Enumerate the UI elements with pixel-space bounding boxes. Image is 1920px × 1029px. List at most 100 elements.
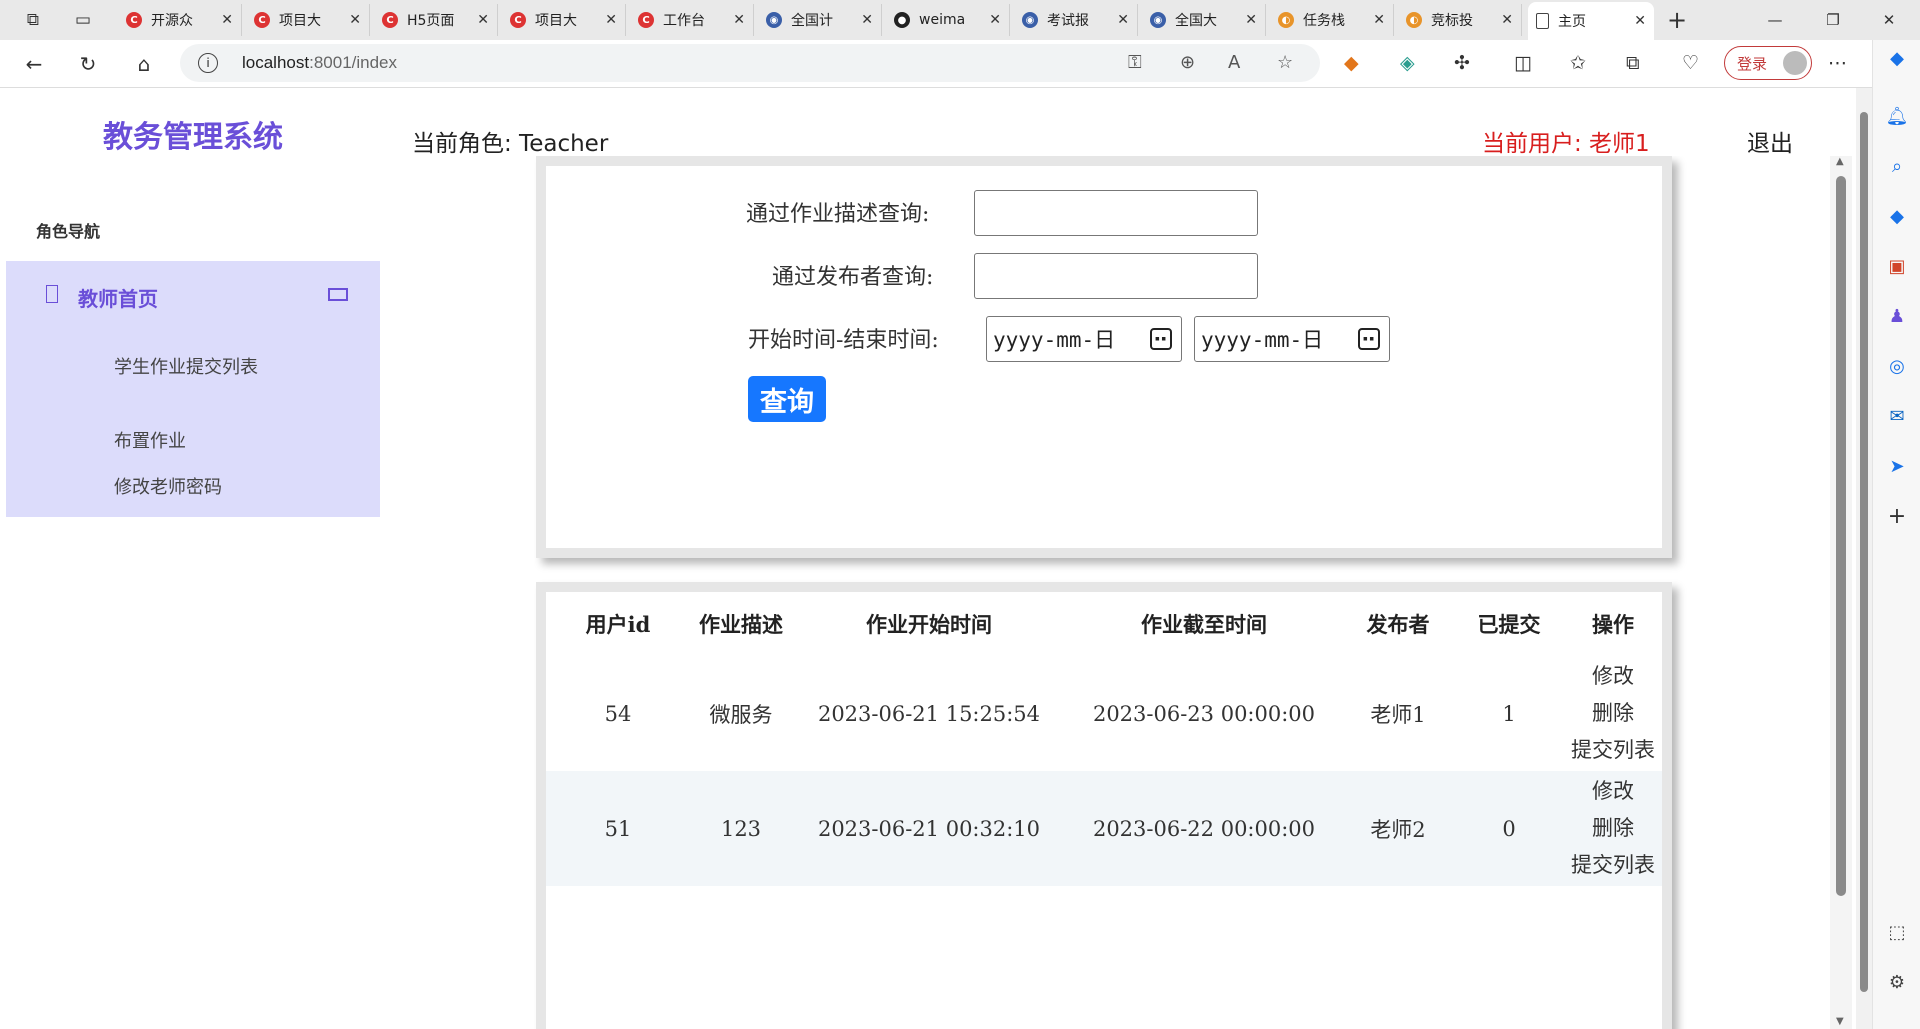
cell-description: 微服务 — [709, 702, 773, 727]
games-icon[interactable]: ♟ — [1885, 304, 1909, 328]
screenshot-icon[interactable]: ⬚ — [1885, 920, 1909, 944]
scroll-up-arrow-icon[interactable]: ▲ — [1836, 156, 1844, 167]
query-button[interactable]: 查询 — [748, 376, 826, 422]
more-menu-icon[interactable]: ⋯ — [1828, 52, 1847, 74]
browser-tab[interactable]: ◉ 全国大 ✕ — [1142, 4, 1266, 36]
tab-close-icon[interactable]: ✕ — [605, 12, 617, 28]
site-info-icon[interactable]: i — [198, 53, 218, 73]
settings-gear-icon[interactable]: ⚙ — [1885, 970, 1909, 994]
home-icon[interactable]: ⌂ — [128, 49, 160, 79]
edit-link[interactable]: 修改 — [1564, 658, 1662, 695]
extension-icon[interactable]: ◈ — [1400, 52, 1415, 74]
content-scrollbar[interactable]: ▲ ▼ — [1830, 156, 1852, 1029]
key-icon[interactable]: ⚿ — [1128, 52, 1142, 73]
login-button[interactable]: 登录 — [1724, 46, 1812, 80]
submission-list-link[interactable]: 提交列表 — [1564, 732, 1662, 769]
page-scrollbar[interactable] — [1856, 88, 1872, 1029]
notification-bell-icon[interactable]: 🔔︎ — [1885, 104, 1909, 128]
tab-close-icon[interactable]: ✕ — [989, 12, 1001, 28]
browser-tab[interactable]: ◉ 全国计 ✕ — [758, 4, 882, 36]
cell-start-time: 2023-06-21 00:32:10 — [792, 771, 1066, 886]
calendar-icon[interactable]: ▪▪ — [1150, 328, 1172, 350]
tab-close-icon[interactable]: ✕ — [1373, 12, 1385, 28]
outlook-icon[interactable]: ✉ — [1885, 404, 1909, 428]
browser-tab[interactable]: ● weima ✕ — [886, 4, 1010, 36]
start-date-input[interactable]: yyyy-mm-日 ▪▪ — [986, 316, 1182, 362]
cell-publisher: 老师1 — [1370, 702, 1426, 727]
refresh-icon[interactable]: ↻ — [72, 49, 104, 79]
back-icon[interactable]: ← — [18, 49, 50, 79]
sidebar-item-submissions[interactable]: 学生作业提交列表 — [114, 353, 264, 382]
favorites-icon[interactable]: ✩ — [1570, 52, 1586, 74]
tab-favicon-icon: ● — [894, 12, 910, 28]
tools-briefcase-icon[interactable]: ▣ — [1885, 254, 1909, 278]
sidebar-item-change-password[interactable]: 修改老师密码 — [114, 473, 314, 502]
browser-essentials-icon[interactable]: ♡ — [1682, 52, 1699, 74]
tab-close-icon[interactable]: ✕ — [1501, 12, 1513, 28]
workspaces-icon[interactable]: ⧉ — [18, 6, 48, 34]
url-text[interactable]: localhost:8001/index — [242, 53, 397, 73]
favorite-star-icon[interactable]: ☆ — [1277, 52, 1293, 73]
submission-list-link[interactable]: 提交列表 — [1564, 847, 1662, 884]
nav-group-title[interactable]: 教师首页 — [78, 283, 158, 312]
publisher-query-input[interactable] — [974, 253, 1258, 299]
phone-icon — [46, 285, 58, 303]
tab-label: weima — [919, 12, 966, 28]
extensions-puzzle-icon[interactable]: ✣ — [1454, 52, 1470, 74]
read-aloud-icon[interactable]: A — [1228, 52, 1240, 73]
delete-link[interactable]: 删除 — [1564, 810, 1662, 847]
end-date-input[interactable]: yyyy-mm-日 ▪▪ — [1194, 316, 1390, 362]
zoom-icon[interactable]: ⊕ — [1180, 52, 1195, 73]
browser-tab[interactable]: ◉ 考试报 ✕ — [1014, 4, 1138, 36]
browser-tab[interactable]: C 项目大 ✕ — [502, 4, 626, 36]
tab-close-icon[interactable]: ✕ — [349, 12, 361, 28]
tab-close-icon[interactable]: ✕ — [1634, 13, 1646, 29]
scroll-down-arrow-icon[interactable]: ▼ — [1836, 1016, 1844, 1027]
split-screen-icon[interactable]: ◫ — [1514, 52, 1532, 74]
tab-close-icon[interactable]: ✕ — [861, 12, 873, 28]
tab-close-icon[interactable]: ✕ — [1245, 12, 1257, 28]
tab-actions-icon[interactable]: ▭ — [68, 6, 98, 34]
metamask-extension-icon[interactable]: ◆ — [1344, 52, 1359, 74]
tab-close-icon[interactable]: ✕ — [1117, 12, 1129, 28]
collapse-toggle-icon[interactable] — [328, 288, 348, 301]
tab-favicon-icon: ◐ — [1278, 12, 1294, 28]
browser-tab[interactable]: C 工作台 ✕ — [630, 4, 754, 36]
close-window-icon[interactable]: ✕ — [1866, 6, 1912, 34]
cell-submitted: 0 — [1454, 771, 1564, 886]
add-sidebar-app-icon[interactable]: + — [1885, 504, 1909, 529]
delete-link[interactable]: 删除 — [1564, 695, 1662, 732]
address-bar[interactable]: i localhost:8001/index ⚿ ⊕ A ☆ — [180, 44, 1320, 82]
browser-tab[interactable]: ◐ 任务栈 ✕ — [1270, 4, 1394, 36]
tab-label: 竞标投 — [1431, 13, 1473, 29]
logout-button[interactable]: 退出 — [1747, 124, 1793, 158]
send-icon[interactable]: ➤ — [1885, 454, 1909, 478]
browser-tab-active[interactable]: 主页 ✕ — [1528, 2, 1654, 40]
tab-close-icon[interactable]: ✕ — [221, 12, 233, 28]
avatar — [1783, 51, 1807, 75]
sidebar-item-assign-homework[interactable]: 布置作业 — [114, 427, 264, 456]
browser-tab[interactable]: C 项目大 ✕ — [246, 4, 370, 36]
minimize-icon[interactable]: — — [1752, 6, 1798, 34]
browser-tab[interactable]: ◐ 竞标投 ✕ — [1398, 4, 1522, 36]
shopping-tag-icon[interactable]: ◆ — [1885, 204, 1909, 228]
tab-close-icon[interactable]: ✕ — [477, 12, 489, 28]
tab-close-icon[interactable]: ✕ — [733, 12, 745, 28]
tab-label: 开源众 — [151, 13, 193, 29]
new-tab-icon[interactable]: + — [1662, 6, 1692, 34]
scrollbar-thumb[interactable] — [1836, 176, 1846, 896]
page-scrollbar-thumb[interactable] — [1860, 112, 1868, 992]
search-icon[interactable]: ⌕ — [1885, 154, 1909, 178]
nav-group-teacher-home[interactable]: 教师首页 学生作业提交列表 布置作业 修改老师密码 — [6, 261, 380, 517]
collections-icon[interactable]: ⧉ — [1626, 52, 1640, 74]
cell-submitted: 1 — [1502, 701, 1516, 726]
restore-icon[interactable]: ❐ — [1810, 6, 1856, 34]
browser-tab[interactable]: C H5页面 ✕ — [374, 4, 498, 36]
office-icon[interactable]: ◎ — [1885, 354, 1909, 378]
browser-tab[interactable]: C 开源众 ✕ — [118, 4, 242, 36]
calendar-icon[interactable]: ▪▪ — [1358, 328, 1380, 350]
copilot-icon[interactable]: ◆ — [1885, 46, 1909, 70]
table-row: 54 微服务 2023-06-21 15:25:54 2023-06-23 00… — [546, 656, 1662, 771]
desc-query-input[interactable] — [974, 190, 1258, 236]
edit-link[interactable]: 修改 — [1564, 773, 1662, 810]
